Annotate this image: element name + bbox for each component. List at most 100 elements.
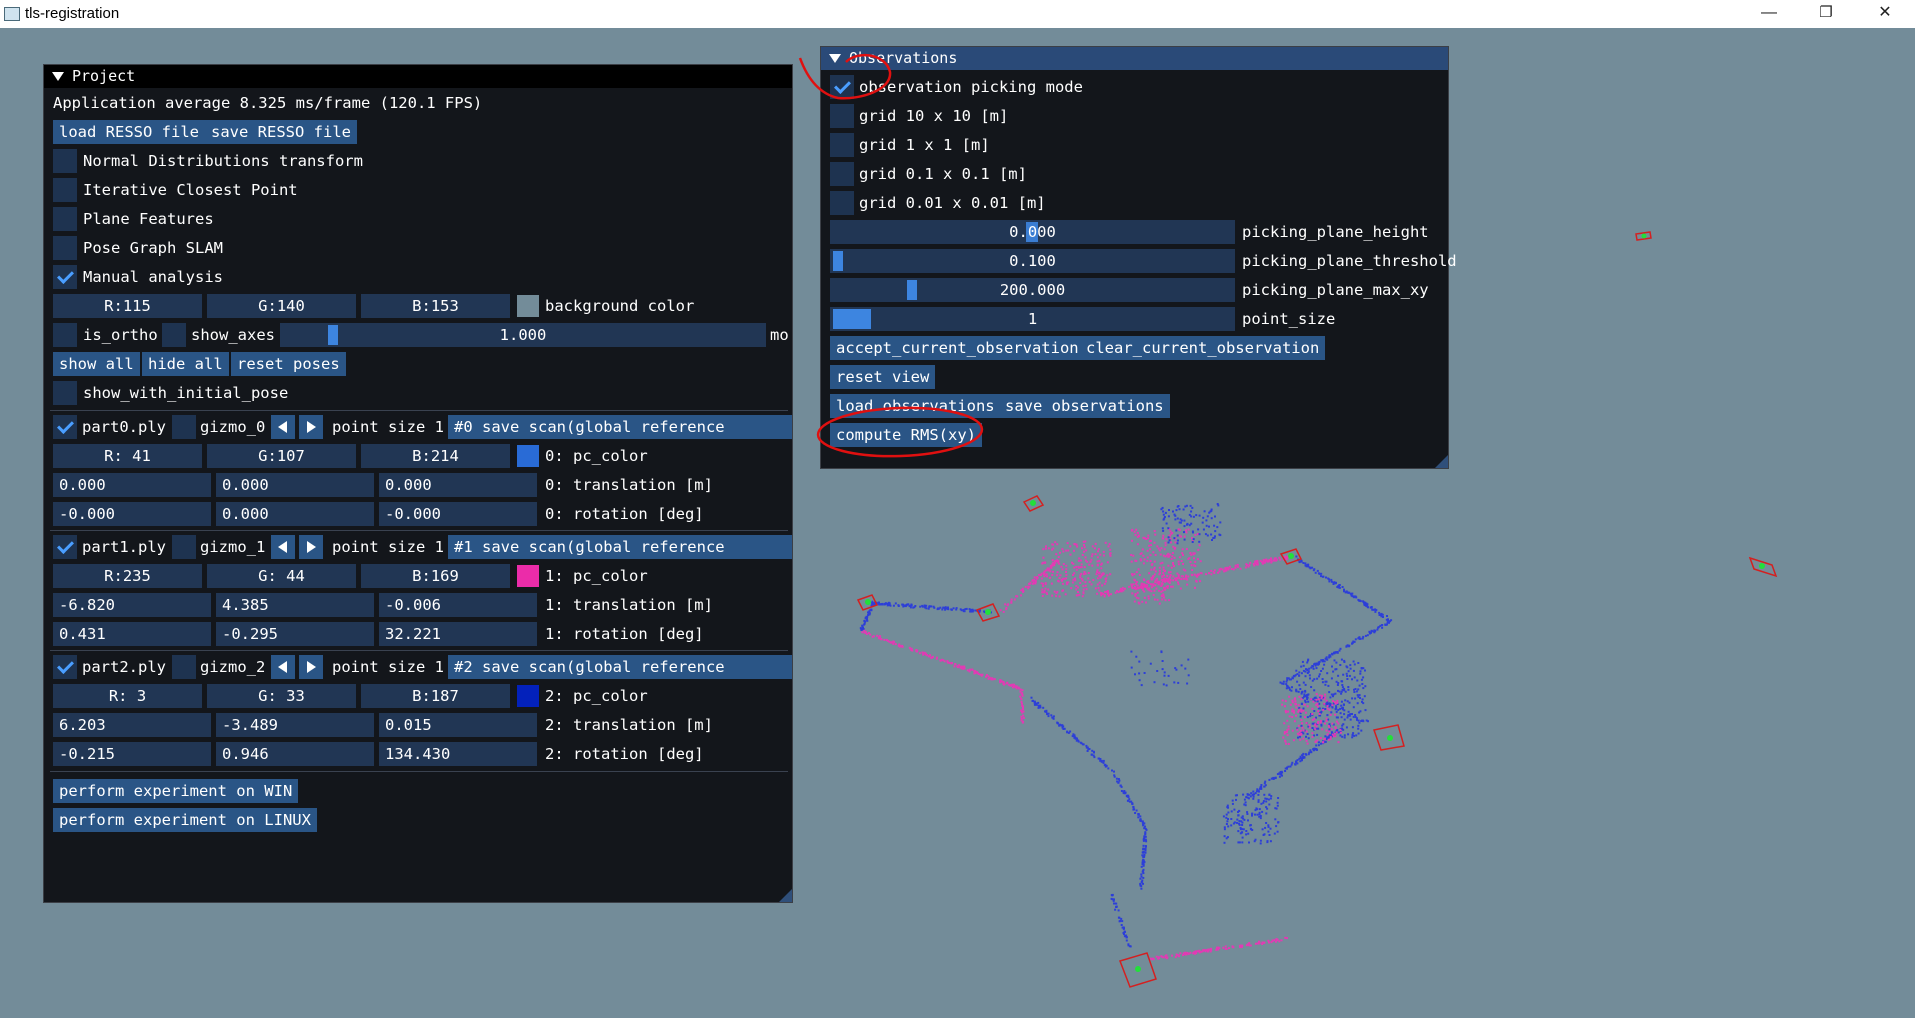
ndt-checkbox[interactable] bbox=[53, 149, 77, 173]
part0-r-field[interactable]: R: 41 bbox=[53, 444, 202, 468]
bg-color-swatch[interactable] bbox=[517, 295, 539, 317]
slider-grab[interactable] bbox=[833, 251, 843, 271]
part2-color-swatch[interactable] bbox=[517, 685, 539, 707]
viewport-3d[interactable]: Project Application average 8.325 ms/fra… bbox=[0, 28, 1915, 1018]
show-all-button[interactable]: show all bbox=[53, 352, 140, 376]
part2-g-field[interactable]: G: 33 bbox=[207, 684, 356, 708]
part2-save-scan-button[interactable]: #2 save scan(global reference frame) bbox=[448, 655, 792, 700]
part2-visible-checkbox[interactable] bbox=[53, 655, 77, 679]
experiment-win-button[interactable]: perform experiment on WIN bbox=[53, 779, 299, 803]
project-panel-header[interactable]: Project bbox=[44, 65, 792, 88]
part0-b-field[interactable]: B:214 bbox=[361, 444, 510, 468]
show-initial-pose-checkbox[interactable] bbox=[53, 381, 77, 405]
part0-ty-field[interactable]: 0.000 bbox=[216, 473, 374, 497]
load-observations-button[interactable]: load observations bbox=[830, 394, 1001, 418]
part0-point-size-increase[interactable] bbox=[299, 415, 323, 439]
collapse-icon[interactable] bbox=[829, 54, 841, 63]
project-panel[interactable]: Project Application average 8.325 ms/fra… bbox=[43, 64, 793, 903]
slider-grab[interactable] bbox=[833, 309, 871, 329]
picking-plane-max-xy-slider[interactable]: 200.000 bbox=[830, 278, 1235, 302]
grid-001-checkbox[interactable] bbox=[830, 191, 854, 215]
save-observations-button[interactable]: save observations bbox=[999, 394, 1170, 418]
bg-b-field[interactable]: B:153 bbox=[361, 294, 510, 318]
picking-plane-height-value: 0.000 bbox=[1009, 223, 1056, 241]
resize-grip[interactable] bbox=[779, 889, 792, 902]
grid-1-checkbox[interactable] bbox=[830, 133, 854, 157]
resize-grip[interactable] bbox=[1435, 455, 1448, 468]
picking-mode-checkbox[interactable] bbox=[830, 75, 854, 99]
part0-save-scan-button[interactable]: #0 save scan(global reference frame) bbox=[448, 415, 792, 460]
compute-rms-button[interactable]: compute RMS(xy) bbox=[830, 423, 982, 447]
part2-point-size-increase[interactable] bbox=[299, 655, 323, 679]
fps-text: Application average 8.325 ms/frame (120.… bbox=[53, 94, 483, 112]
part1-g-field[interactable]: G: 44 bbox=[207, 564, 356, 588]
part1-point-size-decrease[interactable] bbox=[271, 535, 295, 559]
bg-r-field[interactable]: R:115 bbox=[53, 294, 202, 318]
icp-checkbox[interactable] bbox=[53, 178, 77, 202]
grid-10-checkbox[interactable] bbox=[830, 104, 854, 128]
save-resso-button[interactable]: save RESSO file bbox=[205, 120, 357, 144]
part0-rx-field[interactable]: -0.000 bbox=[53, 502, 211, 526]
experiment-linux-button[interactable]: perform experiment on LINUX bbox=[53, 808, 317, 832]
gizmo0-checkbox[interactable] bbox=[172, 415, 196, 439]
part1-ty-field[interactable]: 4.385 bbox=[216, 593, 374, 617]
part1-tz-field[interactable]: -0.006 bbox=[379, 593, 537, 617]
clear-observation-button[interactable]: clear_current_observation bbox=[1080, 336, 1326, 360]
plane-features-checkbox[interactable] bbox=[53, 207, 77, 231]
point-size-slider[interactable]: 1 bbox=[830, 307, 1235, 331]
part1-color-swatch[interactable] bbox=[517, 565, 539, 587]
part2-b-field[interactable]: B:187 bbox=[361, 684, 510, 708]
part0-tz-field[interactable]: 0.000 bbox=[379, 473, 537, 497]
part2-rx-field[interactable]: -0.215 bbox=[53, 742, 211, 766]
part1-visible-checkbox[interactable] bbox=[53, 535, 77, 559]
scale-slider[interactable]: 1.000 bbox=[280, 323, 766, 347]
part2-rz-field[interactable]: 134.430 bbox=[379, 742, 537, 766]
show-axes-checkbox[interactable] bbox=[162, 323, 186, 347]
part1-point-size-increase[interactable] bbox=[299, 535, 323, 559]
part1-b-field[interactable]: B:169 bbox=[361, 564, 510, 588]
part1-r-field[interactable]: R:235 bbox=[53, 564, 202, 588]
part1-rx-field[interactable]: 0.431 bbox=[53, 622, 211, 646]
part1-color-label: 1: pc_color bbox=[545, 567, 648, 585]
part1-ry-field[interactable]: -0.295 bbox=[216, 622, 374, 646]
part2-ty-field[interactable]: -3.489 bbox=[216, 713, 374, 737]
picking-plane-threshold-slider[interactable]: 0.100 bbox=[830, 249, 1235, 273]
part1-tx-field[interactable]: -6.820 bbox=[53, 593, 211, 617]
part0-rz-field[interactable]: -0.000 bbox=[379, 502, 537, 526]
separator bbox=[50, 530, 788, 531]
observations-panel-header[interactable]: Observations bbox=[821, 47, 1448, 70]
bg-g-field[interactable]: G:140 bbox=[207, 294, 356, 318]
part2-ry-field[interactable]: 0.946 bbox=[216, 742, 374, 766]
gizmo2-checkbox[interactable] bbox=[172, 655, 196, 679]
observations-panel[interactable]: Observations observation picking mode gr… bbox=[820, 46, 1457, 469]
part0-ry-field[interactable]: 0.000 bbox=[216, 502, 374, 526]
part2-point-size-decrease[interactable] bbox=[271, 655, 295, 679]
part0-tx-field[interactable]: 0.000 bbox=[53, 473, 211, 497]
manual-analysis-checkbox[interactable] bbox=[53, 265, 77, 289]
scale-slider-grab[interactable] bbox=[328, 325, 338, 345]
load-resso-button[interactable]: load RESSO file bbox=[53, 120, 205, 144]
hide-all-button[interactable]: hide all bbox=[142, 352, 229, 376]
part1-rz-field[interactable]: 32.221 bbox=[379, 622, 537, 646]
reset-poses-button[interactable]: reset poses bbox=[231, 352, 346, 376]
part0-point-size-decrease[interactable] bbox=[271, 415, 295, 439]
accept-observation-button[interactable]: accept_current_observation bbox=[830, 336, 1085, 360]
part0-color-swatch[interactable] bbox=[517, 445, 539, 467]
part1-save-scan-button[interactable]: #1 save scan(global reference frame) bbox=[448, 535, 792, 580]
close-button[interactable]: ✕ bbox=[1862, 0, 1908, 28]
part0-g-field[interactable]: G:107 bbox=[207, 444, 356, 468]
is-ortho-checkbox[interactable] bbox=[53, 323, 77, 347]
reset-view-button[interactable]: reset view bbox=[830, 365, 936, 389]
grid-01-checkbox[interactable] bbox=[830, 162, 854, 186]
part2-tx-field[interactable]: 6.203 bbox=[53, 713, 211, 737]
part2-tz-field[interactable]: 0.015 bbox=[379, 713, 537, 737]
pose-graph-slam-checkbox[interactable] bbox=[53, 236, 77, 260]
part0-visible-checkbox[interactable] bbox=[53, 415, 77, 439]
picking-plane-height-slider[interactable]: 0.000 bbox=[830, 220, 1235, 244]
collapse-icon[interactable] bbox=[52, 72, 64, 81]
slider-grab[interactable] bbox=[907, 280, 917, 300]
restore-button[interactable]: ❐ bbox=[1803, 0, 1849, 28]
minimize-button[interactable]: — bbox=[1746, 0, 1792, 28]
part2-r-field[interactable]: R: 3 bbox=[53, 684, 202, 708]
gizmo1-checkbox[interactable] bbox=[172, 535, 196, 559]
